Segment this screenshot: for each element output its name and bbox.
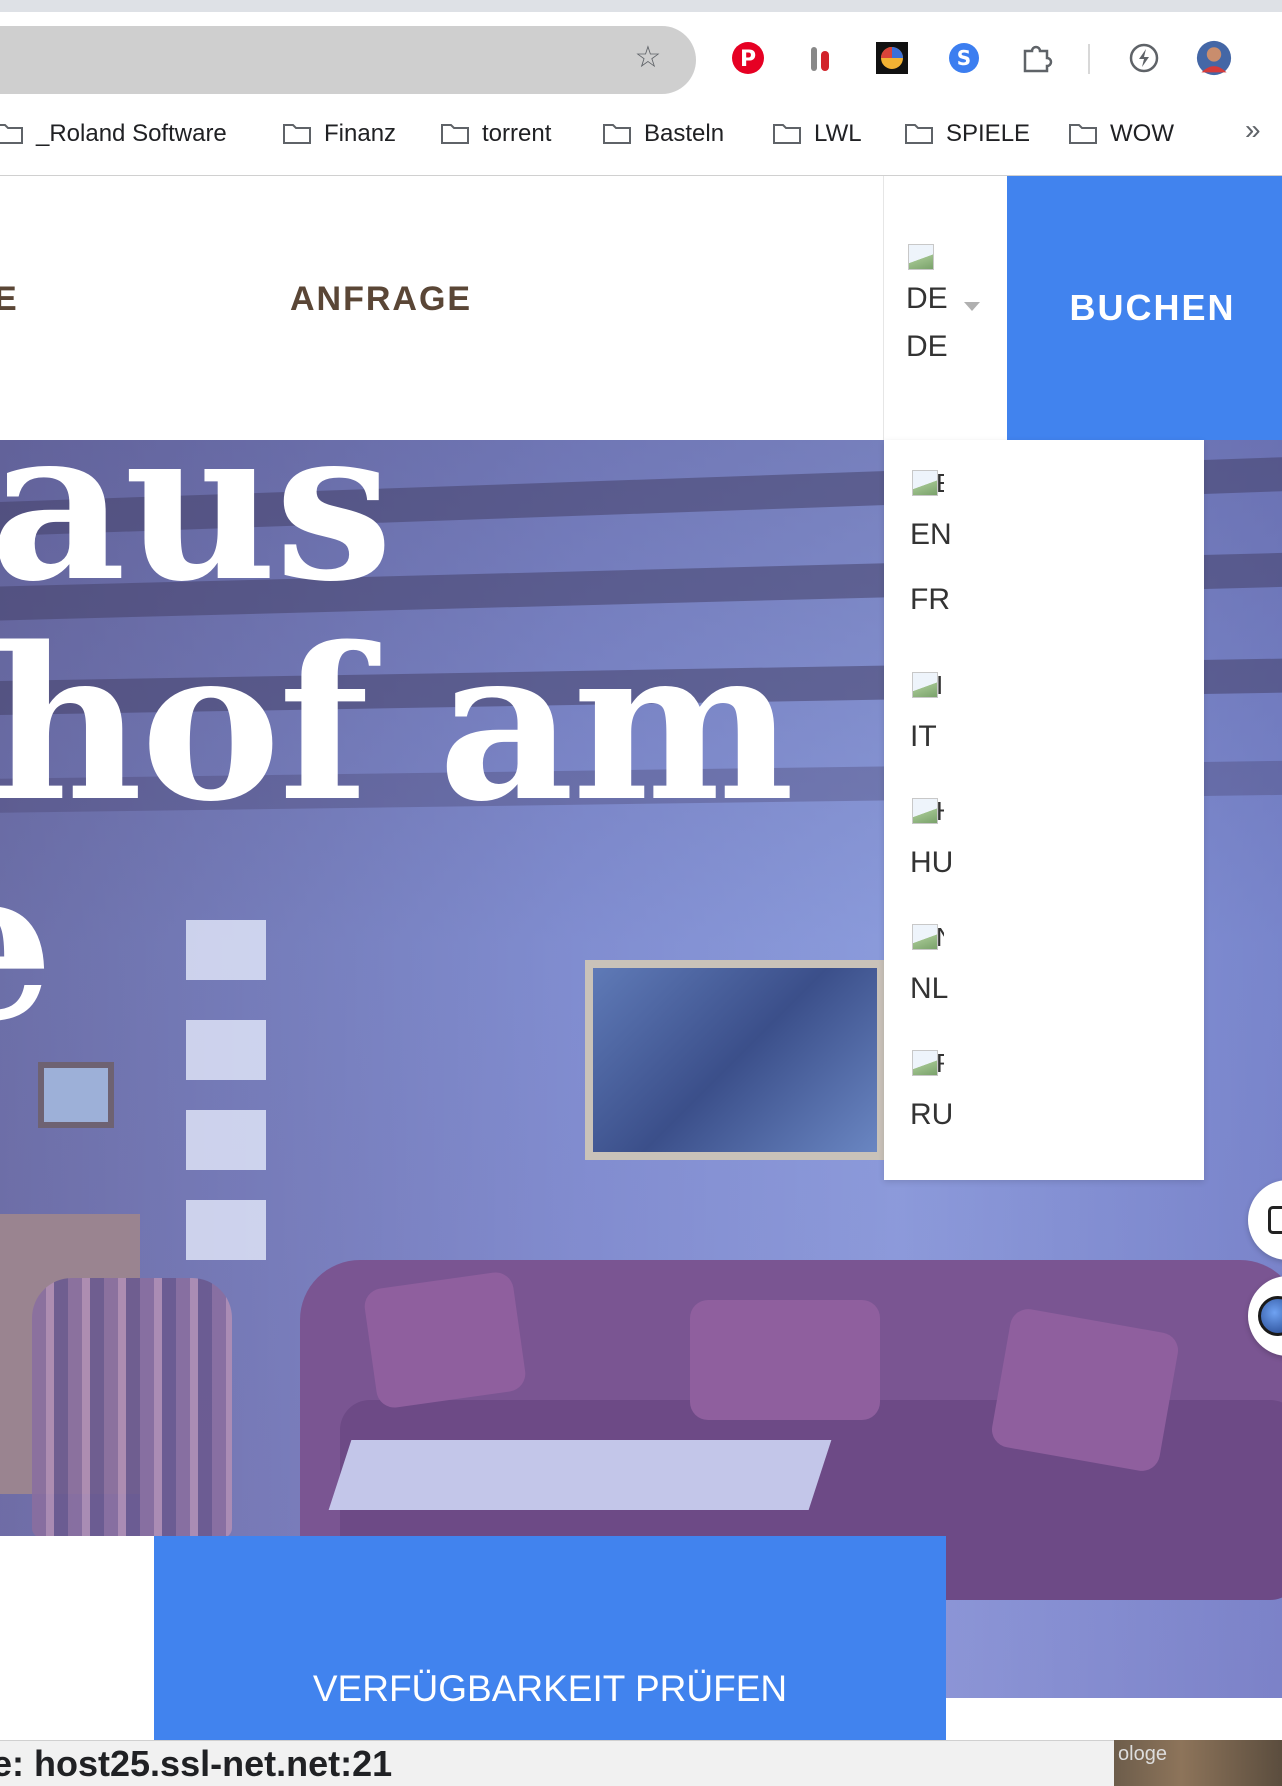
svg-text:S: S <box>957 46 971 70</box>
site-header: E ANFRAGE DE DE BUCHEN <box>0 176 1282 440</box>
date-field[interactable] <box>0 1536 154 1746</box>
language-option-label: NL <box>910 972 949 1005</box>
bookmark-folder[interactable]: SPIELE <box>904 112 1030 156</box>
avatar[interactable] <box>1196 40 1232 76</box>
bookmark-label: WOW <box>1110 120 1174 147</box>
wall-picture-small <box>38 1062 114 1128</box>
folder-icon <box>0 124 23 144</box>
svg-text:P: P <box>740 47 756 72</box>
language-option-label: IT <box>910 720 937 753</box>
flag-icon: R <box>910 1048 944 1078</box>
hero-title-line-2: hof am <box>0 601 794 848</box>
table-cloth <box>328 1440 832 1510</box>
flag-icon: H <box>910 796 944 826</box>
pillow <box>989 1306 1181 1474</box>
bookmark-folder[interactable]: Basteln <box>602 112 724 156</box>
armchair <box>32 1278 232 1538</box>
language-code: DE <box>906 330 948 363</box>
bookmark-label: _Roland Software <box>36 120 227 147</box>
language-option-it[interactable]: I IT <box>910 670 944 757</box>
language-option-label: EN <box>910 518 952 551</box>
language-selector[interactable]: DE DE <box>883 176 1007 440</box>
globe-icon <box>1258 1296 1282 1336</box>
chat-icon <box>1268 1206 1282 1234</box>
hanging-lamp <box>186 1110 266 1170</box>
bookmark-label: SPIELE <box>946 120 1031 147</box>
folder-icon <box>773 124 801 144</box>
booking-search-bar: VERFÜGBARKEIT PRÜFEN <box>0 1536 1282 1746</box>
pillow <box>362 1270 528 1410</box>
language-dropdown: E EN FR I IT H HU N NL R RU <box>884 440 1204 1180</box>
bookmark-star-icon[interactable]: ☆ <box>632 42 664 74</box>
browser-toolbar: ☆ P S _Roland Software Finanz torrent Ba… <box>0 0 1282 176</box>
bookmark-folder[interactable]: _Roland Software <box>0 112 227 156</box>
pillow <box>690 1300 880 1420</box>
flag-icon: I <box>910 670 944 700</box>
folder-icon <box>603 124 631 144</box>
status-text: e: host25.ssl-net.net:21 <box>0 1743 393 1784</box>
folder-icon <box>441 124 469 144</box>
browser-status-bar: e: host25.ssl-net.net:21 <box>0 1740 1114 1786</box>
language-option-ru[interactable]: R RU <box>910 1048 953 1135</box>
hero-title-line-1: aus <box>0 440 393 628</box>
extension-icon[interactable] <box>802 40 838 76</box>
language-option-en[interactable]: E EN <box>910 468 952 555</box>
flag-icon: N <box>910 922 944 952</box>
hanging-lamp <box>186 920 266 980</box>
wall-picture <box>585 960 885 1160</box>
bookmark-folder[interactable]: WOW <box>1068 112 1174 156</box>
bookmark-label: Basteln <box>644 120 725 147</box>
book-button[interactable]: BUCHEN <box>1007 176 1282 440</box>
bookmarks-bar: _Roland Software Finanz torrent Basteln … <box>0 112 1282 156</box>
pinterest-icon[interactable]: P <box>730 40 766 76</box>
tab-strip <box>0 0 1282 12</box>
language-option-hu[interactable]: H HU <box>910 796 953 883</box>
chevron-down-icon <box>964 302 980 311</box>
bookmark-label: Finanz <box>324 120 397 147</box>
language-option-nl[interactable]: N NL <box>910 922 948 1009</box>
website: aus hof am e E ANFRAGE DE DE BUCHEN E EN… <box>0 176 1282 1786</box>
folder-icon <box>1069 124 1097 144</box>
language-current: DE DE <box>906 238 948 372</box>
hero-title-line-3: e <box>0 840 54 1050</box>
check-availability-button[interactable]: VERFÜGBARKEIT PRÜFEN <box>154 1536 946 1746</box>
extension-icon[interactable] <box>874 40 910 76</box>
bookmark-folder[interactable]: torrent <box>440 112 551 156</box>
language-option-fr[interactable]: FR <box>910 580 950 620</box>
flag-icon: E <box>910 468 944 498</box>
bookmark-label: LWL <box>814 120 862 147</box>
bookmark-folder[interactable]: LWL <box>772 112 862 156</box>
flag-icon <box>906 242 940 272</box>
lightning-icon[interactable] <box>1126 40 1162 76</box>
folder-icon <box>905 124 933 144</box>
language-option-label: RU <box>910 1098 954 1131</box>
corner-thumbnail: ologe <box>1114 1740 1282 1786</box>
flag-alt-text: DE <box>906 282 948 315</box>
address-bar[interactable] <box>0 26 696 94</box>
folder-icon <box>283 124 311 144</box>
more-bookmarks-chevron-icon[interactable]: » <box>1245 114 1261 146</box>
nav-link-partial[interactable]: E <box>0 280 19 319</box>
extension-icon[interactable]: S <box>946 40 982 76</box>
puzzle-icon[interactable] <box>1018 40 1054 76</box>
language-option-label: HU <box>910 846 954 879</box>
bookmark-folder[interactable]: Finanz <box>282 112 396 156</box>
booking-bar-spacer <box>946 1698 1282 1746</box>
bookmark-label: torrent <box>482 120 552 147</box>
nav-link-inquiry[interactable]: ANFRAGE <box>290 280 472 319</box>
hanging-lamp <box>186 1200 266 1260</box>
toolbar-separator <box>1088 44 1090 74</box>
hanging-lamp <box>186 1020 266 1080</box>
language-option-label: FR <box>910 583 950 616</box>
